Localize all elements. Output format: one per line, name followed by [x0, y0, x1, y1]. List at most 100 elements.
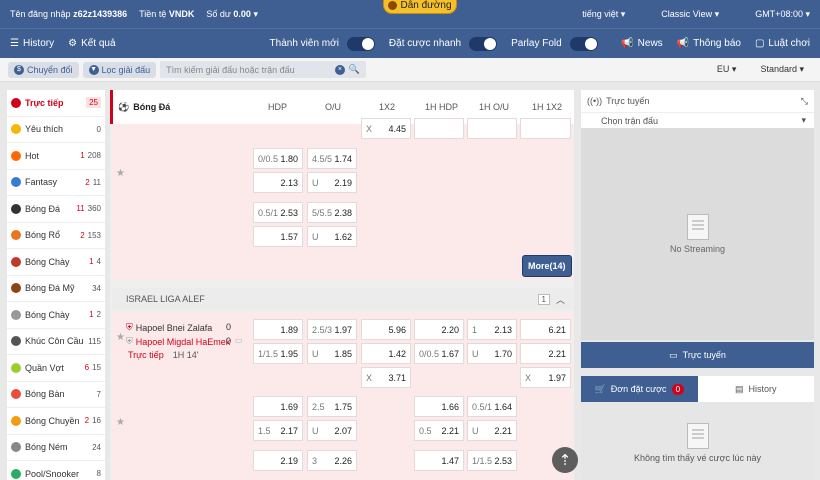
odds-cell[interactable] — [307, 367, 357, 388]
odds-cell[interactable] — [520, 118, 571, 139]
odds-cell[interactable] — [361, 450, 411, 471]
toggle-switch[interactable] — [469, 36, 498, 51]
odds-cell[interactable]: U 2.07 — [307, 420, 357, 441]
quick-bet-toggle[interactable]: Đặt cược nhanh — [389, 36, 498, 51]
odds-cell[interactable]: 0.5/1 1.64 — [467, 396, 517, 417]
sidebar-item[interactable]: Yêu thích 0 — [7, 117, 105, 143]
sidebar-item[interactable]: Pool/Snooker 8 — [7, 461, 105, 480]
sidebar-item[interactable]: Bóng Đá Mỹ 34 — [7, 276, 105, 302]
history-icon: ▤ — [734, 383, 744, 394]
odds-cell[interactable]: X 1.97 — [520, 367, 571, 388]
odds-cell[interactable]: 0/0.5 1.80 — [253, 148, 303, 169]
favorite-star-icon[interactable]: ★ — [116, 168, 125, 179]
odds-cell[interactable]: 4.5/5 1.74 — [307, 148, 357, 169]
switch-button[interactable]: $ Chuyển đổi — [8, 61, 79, 78]
odds-cell[interactable]: 2.20 — [414, 319, 464, 340]
news-button[interactable]: 📢 News — [621, 38, 662, 49]
odds-cell[interactable]: 3 2.26 — [307, 450, 357, 471]
timezone-select[interactable]: GMT+08:00 ▾ — [755, 9, 810, 20]
sidebar-item[interactable]: Bóng Bàn 7 — [7, 382, 105, 408]
odds-cell[interactable]: 1/1.5 1.95 — [253, 343, 303, 364]
new-member-toggle[interactable]: Thành viên mới — [270, 36, 375, 51]
odds-cell[interactable] — [467, 118, 517, 139]
odds-cell[interactable]: 2.5/3 1.97 — [307, 319, 357, 340]
odds-cell[interactable]: 5/5.5 2.38 — [307, 202, 357, 223]
results-button[interactable]: ⚙ Kết quả — [68, 38, 115, 49]
odds-cell[interactable]: 1.66 — [414, 396, 464, 417]
event-count: 153 — [87, 230, 101, 240]
rules-icon: ▢ — [754, 38, 765, 49]
odds-cell[interactable]: U 2.21 — [467, 420, 517, 441]
match-select[interactable]: Chọn trận đấu ▾ — [581, 112, 814, 128]
odds-cell[interactable]: 0/0.5 1.67 — [414, 343, 464, 364]
sidebar-item[interactable]: Bóng Ném 24 — [7, 435, 105, 461]
live-stream-button[interactable]: ▭ Trực tuyến — [581, 342, 814, 368]
odds-cell[interactable]: X 3.71 — [361, 367, 411, 388]
notice-button[interactable]: 📢 Thông báo — [677, 38, 741, 49]
search-icon[interactable]: 🔍 — [349, 64, 360, 75]
sidebar-item[interactable]: Hot 1 208 — [7, 143, 105, 170]
odds-cell[interactable]: 1 2.13 — [467, 319, 517, 340]
sidebar-item[interactable]: Trực tiếp 25 — [7, 90, 105, 117]
col-1h-hdp: 1H HDP — [425, 102, 459, 112]
odds-cell[interactable]: 6.21 — [520, 319, 571, 340]
odds-cell[interactable]: 2.13 — [253, 172, 303, 193]
sidebar-item[interactable]: Bóng Chày 1 2 — [7, 302, 105, 329]
odds-cell[interactable]: 1.5 2.17 — [253, 420, 303, 441]
view-select[interactable]: Classic View ▾ — [661, 9, 719, 20]
league-header[interactable]: ISRAEL LIGA ALEF 1 ︿ — [112, 288, 573, 310]
odds-cell[interactable]: 1/1.5 2.53 — [467, 450, 517, 471]
history-button[interactable]: ☰ History — [10, 38, 54, 49]
language-select[interactable]: tiếng việt ▾ — [582, 9, 625, 20]
tv-icon[interactable]: ▭ — [235, 336, 243, 345]
sidebar-item[interactable]: Bóng Chày 1 4 — [7, 249, 105, 276]
clear-icon[interactable]: × — [334, 64, 345, 75]
odds-cell[interactable]: 1.69 — [253, 396, 303, 417]
odds-cell[interactable] — [361, 420, 411, 441]
odds-cell[interactable] — [414, 118, 464, 139]
odds-cell[interactable]: U 1.70 — [467, 343, 517, 364]
toggle-switch[interactable] — [346, 36, 375, 51]
odds-cell[interactable]: U 1.62 — [307, 226, 357, 247]
odds-cell[interactable]: 1.89 — [253, 319, 303, 340]
odds-cell[interactable]: 5.96 — [361, 319, 411, 340]
favorite-star-icon[interactable]: ★ — [116, 417, 125, 428]
odds-cell[interactable] — [253, 367, 303, 388]
odds-cell[interactable]: U 1.85 — [307, 343, 357, 364]
tab-history[interactable]: ▤ History — [697, 376, 814, 402]
tab-bet-slip[interactable]: 🛒 Đơn đặt cược 0 — [581, 376, 698, 402]
guide-button[interactable]: Dẫn đường — [383, 0, 457, 14]
collapse-chevron-icon[interactable]: ︿ — [556, 293, 565, 306]
market-select[interactable]: Standard ▾ — [760, 64, 804, 75]
sidebar-item[interactable]: Quần Vợt 6 15 — [7, 355, 105, 382]
collapse-icon[interactable]: ⤡ — [801, 96, 808, 107]
scroll-top-button[interactable]: ⇡ — [552, 447, 578, 473]
more-markets-button[interactable]: More(14) — [522, 255, 572, 277]
search-input[interactable]: Tìm kiếm giải đấu hoặc trận đấu × 🔍 — [160, 61, 367, 78]
league-filter-button[interactable]: ▼ Lọc giải đấu — [82, 61, 157, 78]
odds-cell[interactable]: 1.47 — [414, 450, 464, 471]
odds-cell[interactable]: 2.21 — [520, 343, 571, 364]
odds-cell[interactable] — [414, 367, 464, 388]
balance-info[interactable]: Số dư 0.00 ▾ — [206, 9, 258, 20]
odds-cell[interactable]: X 4.45 — [361, 118, 411, 139]
sidebar-item[interactable]: Bóng Đá 11 360 — [7, 196, 105, 223]
odds-cell[interactable] — [467, 367, 517, 388]
sidebar-item[interactable]: Khúc Côn Cầu 115 — [7, 329, 105, 355]
odds-cell[interactable]: 2.19 — [253, 450, 303, 471]
odds-cell[interactable] — [361, 396, 411, 417]
odds-cell[interactable]: 1.57 — [253, 226, 303, 247]
favorite-star-icon[interactable]: ★ — [116, 332, 125, 343]
odds-cell[interactable]: 0.5 2.21 — [414, 420, 464, 441]
odds-format-select[interactable]: EU ▾ — [717, 64, 737, 75]
rules-button[interactable]: ▢ Luật chơi — [755, 38, 810, 49]
sidebar-item[interactable]: Bóng Rổ 2 153 — [7, 223, 105, 249]
odds-cell[interactable]: 0.5/1 2.53 — [253, 202, 303, 223]
odds-cell[interactable]: U 2.19 — [307, 172, 357, 193]
sidebar-item[interactable]: Fantasy 2 11 — [7, 170, 105, 196]
toggle-switch[interactable] — [569, 36, 598, 51]
odds-cell[interactable]: 1.42 — [361, 343, 411, 364]
sidebar-item[interactable]: Bóng Chuyền 2 16 — [7, 408, 105, 435]
parlay-toggle[interactable]: Parlay Fold — [511, 36, 598, 51]
odds-cell[interactable]: 2.5 1.75 — [307, 396, 357, 417]
